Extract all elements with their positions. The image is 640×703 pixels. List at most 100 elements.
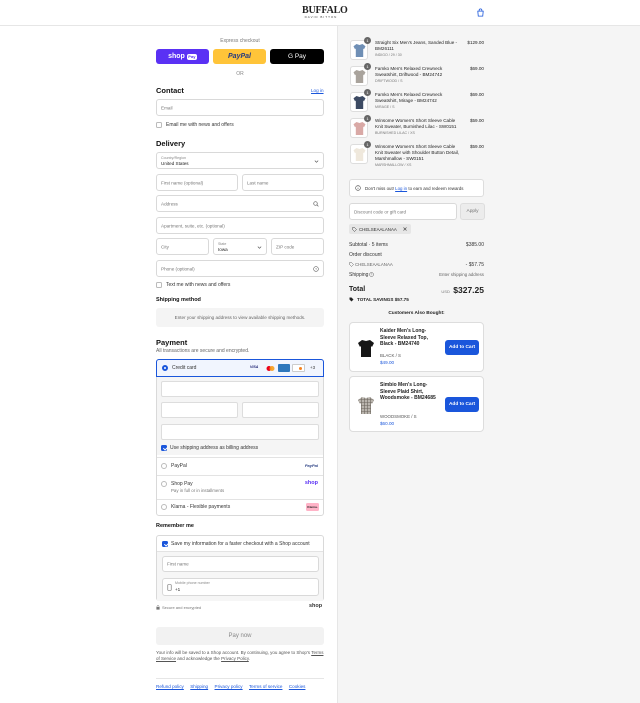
mobile-phone-field-label: Mobile phone number [175,581,210,585]
klarna-option[interactable]: Klarna - Flexible payments Klarna. [157,499,323,515]
discount-code-label: CHELSEAALANAA [355,262,393,267]
rewards-login-link[interactable]: Log in [395,186,407,191]
store-logo[interactable]: BUFFALO DAVID BITTON [302,6,348,19]
card-cvv-field[interactable] [242,402,319,418]
total-value-group: USD $327.25 [441,285,484,295]
shop-pay-logo: shop [304,480,318,486]
last-name-field-placeholder: Last name [247,180,269,185]
billing-address-checkbox[interactable] [161,445,167,451]
shop-pay-option[interactable]: Shop Pay Pay in full or in installments … [157,475,323,499]
privacy-policy-link[interactable]: Privacy policy [215,684,243,689]
shipping-method-heading: Shipping method [156,297,201,303]
remember-first-name-field-placeholder: First name [167,561,189,567]
quantity-badge: 1 [364,115,371,122]
gpay-button[interactable]: G Pay [270,49,324,64]
save-info-checkbox[interactable] [162,541,168,547]
upsell-product-name[interactable]: Simbio Men's Long-Sleeve Plaid Shirt, Wo… [380,382,442,402]
shop-privacy-link[interactable]: Privacy Policy [221,656,249,661]
shop-pay-badge: Pay [186,53,197,60]
klarna-logo: Klarna. [306,503,319,511]
legal-text-intro: Your info will be saved to a Shop accoun… [156,650,311,655]
upsell-card: Simbio Men's Long-Sleeve Plaid Shirt, Wo… [349,376,484,432]
remember-first-name-field[interactable]: First name [162,556,319,572]
apartment-field[interactable]: Apartment, suite, etc. (optional) [156,217,324,234]
discount-chip-code: CHELSEAALANAA [359,226,397,232]
upsell-card: Kaider Men's Long-Sleeve Relaxed Top, Bl… [349,322,484,372]
paypal-button[interactable]: PayPal [213,49,266,64]
state-select-value: Iowa [218,247,228,252]
help-icon[interactable]: ? [369,272,374,277]
save-info-label: Save my information for a faster checkou… [171,541,310,547]
close-icon[interactable] [403,227,407,231]
apply-button[interactable]: Apply [460,203,485,220]
address-field-placeholder: Address [161,201,178,206]
email-news-checkbox[interactable] [156,122,162,128]
city-field[interactable]: City [156,238,209,255]
pay-now-button[interactable]: Pay now [156,627,324,645]
search-icon [313,201,319,207]
cart-item-name: Straight Six Men's Jeans, Sanded Blue - … [375,40,458,51]
paypal-option[interactable]: PayPal PayPal [157,457,323,475]
credit-card-option[interactable]: Credit card VISA +3 [156,359,324,377]
upsell-heading: Customers Also Bought: [388,311,445,316]
help-icon[interactable]: ? [313,266,319,272]
cookies-link[interactable]: Cookies [289,684,306,689]
shipping-link[interactable]: Shipping [190,684,208,689]
remember-me-heading: Remember me [156,523,194,529]
credit-card-radio[interactable] [162,365,168,371]
text-news-checkbox[interactable] [156,282,162,288]
card-name-field[interactable] [161,424,319,440]
upsell-product-name[interactable]: Kaider Men's Long-Sleeve Relaxed Top, Bl… [380,328,442,348]
state-select[interactable]: State Iowa [213,238,267,255]
billing-address-label: Use shipping address as billing address [170,445,259,451]
product-image[interactable] [357,395,375,415]
gpay-button-label: G Pay [287,53,307,60]
phone-field[interactable]: Phone (optional) ? [156,260,324,277]
terms-of-service-link[interactable]: Terms of service [249,684,282,689]
legal-text-middle: and acknowledge the [177,656,220,662]
shop-pay-button[interactable]: shop Pay [156,49,209,64]
discount-code-field[interactable]: Discount code or gift card [349,203,457,220]
shopping-bag-icon[interactable] [476,8,485,17]
product-image [353,44,366,57]
add-to-cart-button[interactable]: Add to Cart [445,397,479,412]
secure-encrypted-label: Secure and encrypted [162,605,202,610]
product-image [353,96,366,109]
refund-policy-link[interactable]: Refund policy [156,684,184,689]
cart-item-name: Famko Men's Relaxed Crewneck Sweatshirt,… [375,92,443,103]
mobile-phone-field[interactable]: Mobile phone number +1 [162,578,319,596]
chevron-down-icon [314,160,319,163]
shop-pay-radio[interactable] [161,481,167,487]
discount-code-field-placeholder: Discount code or gift card [354,209,407,214]
quantity-badge: 1 [364,89,371,96]
total-savings: TOTAL SAVINGS $57.75 [357,297,409,302]
address-field[interactable]: Address [156,195,324,212]
add-to-cart-button-label: Add to Cart [448,345,476,350]
klarna-radio[interactable] [161,504,167,510]
card-form: Use shipping address as billing address [157,377,323,455]
card-expiry-field[interactable] [161,402,238,418]
add-to-cart-button[interactable]: Add to Cart [445,340,479,355]
shipping-label: Shipping [349,272,369,278]
paypal-radio[interactable] [161,463,167,469]
email-field-placeholder: Email [161,105,173,110]
cart-item-price: $59.00 [469,118,484,123]
shipping-value: Enter shipping address [439,272,484,277]
mobile-phone-icon [167,584,172,591]
email-field[interactable]: Email [156,99,324,116]
country-select[interactable]: Country/Region United States [156,152,324,169]
contact-heading: Contact [156,86,184,95]
total-savings-value: $57.75 [394,297,409,302]
login-link[interactable]: Log in [311,88,324,93]
card-number-field[interactable] [161,381,319,397]
product-image[interactable] [357,338,375,358]
first-name-field[interactable]: First name (optional) [156,174,238,191]
payment-subtitle: All transactions are secure and encrypte… [156,348,250,354]
tag-icon [352,226,357,232]
order-discount-label: Order discount [349,252,382,258]
klarna-label: Klarna - Flexible payments [171,504,231,510]
or-divider: OR [236,71,244,77]
last-name-field[interactable]: Last name [242,174,324,191]
zip-field[interactable]: ZIP code [271,238,324,255]
product-image [353,122,366,135]
